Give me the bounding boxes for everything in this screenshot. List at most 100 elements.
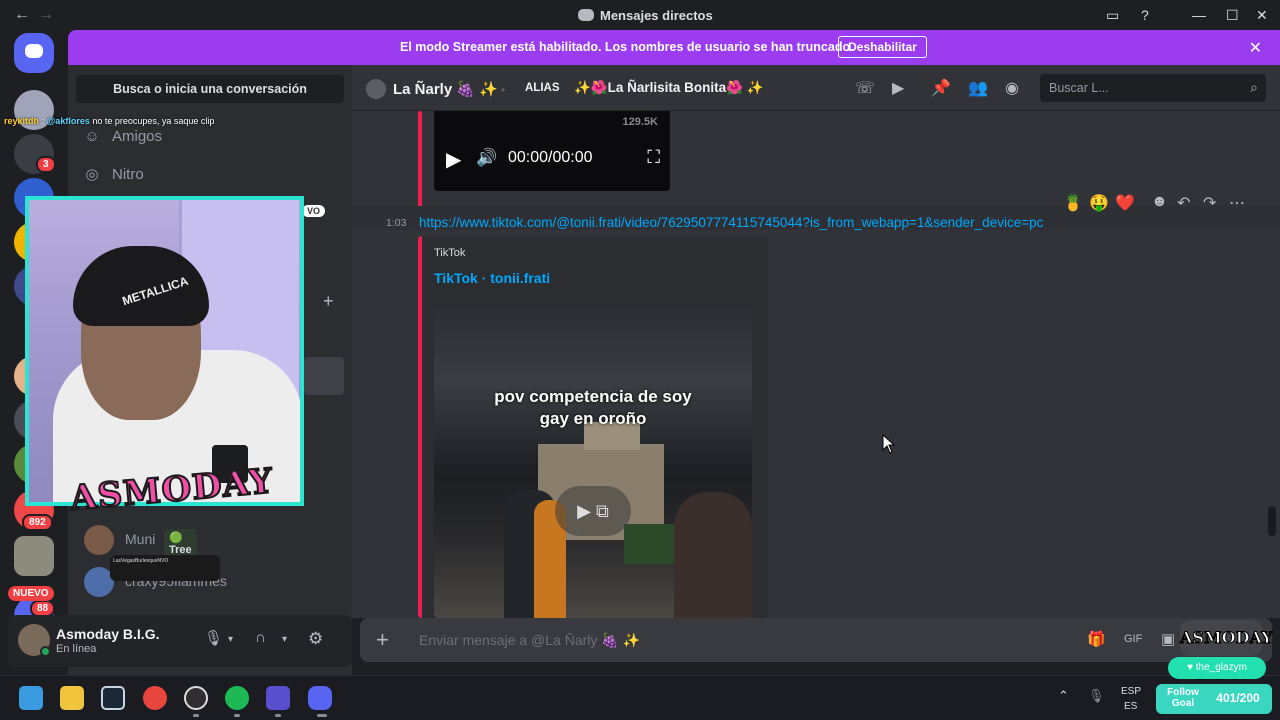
keyboard-layout[interactable]: ES <box>1124 701 1137 712</box>
taskbar: ⌃ 🎙 ESP ES <box>0 675 1280 720</box>
server-icon[interactable]: 3 <box>14 134 56 174</box>
alert-title: LasVegasBurlesqueNVO <box>113 558 169 564</box>
more-options-icon[interactable]: ⋯ <box>1229 193 1245 213</box>
message-input[interactable]: Enviar mensaje a @La Ñarly 🍇 ✨ <box>419 632 640 649</box>
video-thumbnail[interactable]: pov competencia de soy gay en oroño ▶ ⧉ <box>434 304 752 618</box>
play-icon[interactable]: ▶ <box>446 147 461 172</box>
input-language[interactable]: ESP <box>1121 686 1141 697</box>
upload-plus-icon[interactable]: + <box>376 627 389 653</box>
nav-nitro[interactable]: ◎ Nitro <box>84 165 144 183</box>
server-icon[interactable] <box>14 536 54 576</box>
recipient-name[interactable]: La Ñarly 🍇 ✨ <box>393 80 498 98</box>
user-panel: Asmoday B.I.G. En línea 🎙 ▾ ∩ ▾ ⚙ <box>8 615 352 667</box>
gift-icon[interactable]: 🎁 <box>1087 630 1106 648</box>
discord-taskbar-icon[interactable] <box>308 686 332 710</box>
avatar <box>84 525 114 555</box>
home-discord-button[interactable] <box>14 33 54 73</box>
tiktok-embed: TikTok TikTok · tonii.frati pov competen… <box>418 236 768 618</box>
reply-icon[interactable]: ↶ <box>1177 193 1190 213</box>
follow-goal-widget: Follow Goal 401/200 <box>1156 684 1272 714</box>
file-explorer-icon[interactable] <box>60 686 84 710</box>
online-status-dot <box>40 646 51 657</box>
close-window-icon[interactable]: ✕ <box>1256 7 1268 24</box>
sticker-icon[interactable]: ▣ <box>1161 630 1175 648</box>
headphones-icon[interactable]: ∩ <box>255 629 266 646</box>
reaction-option[interactable]: ❤️ <box>1115 193 1135 213</box>
running-indicator <box>234 714 240 717</box>
chat-text: no te preocupes, ya saque clip <box>92 116 215 126</box>
chat-username: reykitdh <box>4 116 40 126</box>
add-friends-to-dm-icon[interactable]: 👥 <box>968 78 988 98</box>
running-indicator <box>193 714 199 717</box>
reaction-option[interactable]: 🤑 <box>1089 193 1109 213</box>
dm-name: Muni <box>125 531 156 547</box>
tray-mic-icon[interactable]: 🎙 <box>1088 688 1105 704</box>
user-name[interactable]: Asmoday B.I.G. <box>56 626 159 642</box>
selected-dm-highlight[interactable] <box>304 357 344 395</box>
friends-icon: ☺ <box>84 128 100 145</box>
message-timestamp: 1:03 <box>386 217 407 229</box>
corner-logo: ASMODAY B.I.G. <box>1180 620 1273 684</box>
obs-icon[interactable] <box>184 686 208 710</box>
cursor-arrow-icon <box>882 433 896 454</box>
minimize-icon[interactable]: — <box>1192 7 1206 23</box>
user-status: En línea <box>56 643 97 655</box>
embed-title[interactable]: TikTok · tonii.frati <box>434 270 550 286</box>
add-reaction-icon[interactable]: ☻ <box>1151 193 1168 211</box>
spotify-icon[interactable] <box>225 686 249 710</box>
message-composer: + Enviar mensaje a @La Ñarly 🍇 ✨ 🎁 GIF ▣ <box>360 618 1272 662</box>
search-placeholder: Buscar L... <box>1049 81 1109 95</box>
chrome-icon[interactable] <box>143 686 167 710</box>
video-call-icon[interactable]: ▶ <box>892 78 904 98</box>
settings-gear-icon[interactable]: ⚙ <box>308 629 323 649</box>
help-icon[interactable]: ? <box>1141 7 1149 23</box>
user-profile-icon[interactable]: ◉ <box>1005 78 1019 98</box>
view-count: 129.5K <box>622 116 658 128</box>
volume-icon[interactable]: 🔊 <box>476 148 497 168</box>
alias-value: ✨🌺La Ñarlisita Bonita🌺 ✨ <box>574 80 764 95</box>
video-player[interactable]: 129.5K ▶ 🔊 00:00/00:00 ⛶ <box>434 111 670 191</box>
message-list: 129.5K ▶ 🔊 00:00/00:00 ⛶ 1:03 https://ww… <box>352 111 1280 618</box>
follow-goal-label: Follow Goal <box>1167 687 1199 709</box>
notification-badge: 892 <box>22 514 53 531</box>
find-conversation-button[interactable]: Busca o inicia una conversación <box>76 75 344 103</box>
maximize-icon[interactable]: ☐ <box>1226 7 1239 24</box>
gif-icon[interactable]: GIF <box>1124 633 1142 645</box>
window-title: Mensajes directos <box>578 8 713 23</box>
disable-streamer-button[interactable]: Deshabilitar <box>838 36 927 58</box>
chevron-down-icon[interactable]: ▾ <box>282 634 287 645</box>
caption-line: gay en oroño <box>539 409 647 428</box>
embed-provider: TikTok <box>434 247 466 259</box>
windows-start-icon[interactable] <box>19 686 43 710</box>
nav-friends[interactable]: ☺ Amigos <box>84 128 162 145</box>
stream-alert: LasVegasBurlesqueNVO <box>110 555 220 581</box>
alias-label: ALIAS <box>525 82 560 94</box>
chat-search-input[interactable]: Buscar L... ⌕ <box>1040 74 1266 102</box>
steam-icon[interactable] <box>101 686 125 710</box>
banner-text: El modo Streamer está habilitado. Los no… <box>400 40 854 54</box>
reaction-option[interactable]: 🍍 <box>1063 193 1083 213</box>
chat-mention: @akflores <box>46 116 90 126</box>
inbox-icon[interactable]: ▭ <box>1106 7 1119 24</box>
discord-icon <box>578 9 594 21</box>
nav-nitro-label: Nitro <box>112 166 144 183</box>
voice-call-icon[interactable]: ☏ <box>855 78 875 98</box>
create-dm-icon[interactable]: + <box>323 291 334 312</box>
forward-icon[interactable]: ↷ <box>1203 193 1216 213</box>
nav-friends-label: Amigos <box>112 128 163 145</box>
play-button[interactable]: ▶ ⧉ <box>555 486 631 536</box>
forward-arrow-icon[interactable]: → <box>38 6 54 24</box>
social-handle: the_glazym <box>1195 662 1247 673</box>
chevron-down-icon[interactable]: ▾ <box>228 634 233 645</box>
stream-chat-message: reykitdh : @akflores no te preocupes, ya… <box>4 116 215 126</box>
tray-chevron-up-icon[interactable]: ⌃ <box>1058 688 1069 704</box>
back-arrow-icon[interactable]: ← <box>14 6 30 24</box>
pinned-messages-icon[interactable]: 📌 <box>931 78 951 98</box>
scrollbar-thumb[interactable] <box>1268 506 1276 536</box>
close-banner-icon[interactable]: ✕ <box>1249 38 1262 58</box>
fullscreen-icon[interactable]: ⛶ <box>647 147 660 168</box>
microphone-icon[interactable]: 🎙 <box>204 629 223 647</box>
leaf-icon: 🟢 <box>169 532 183 544</box>
streamerbot-icon[interactable] <box>266 686 290 710</box>
message-link[interactable]: https://www.tiktok.com/@tonii.frati/vide… <box>419 215 1043 230</box>
